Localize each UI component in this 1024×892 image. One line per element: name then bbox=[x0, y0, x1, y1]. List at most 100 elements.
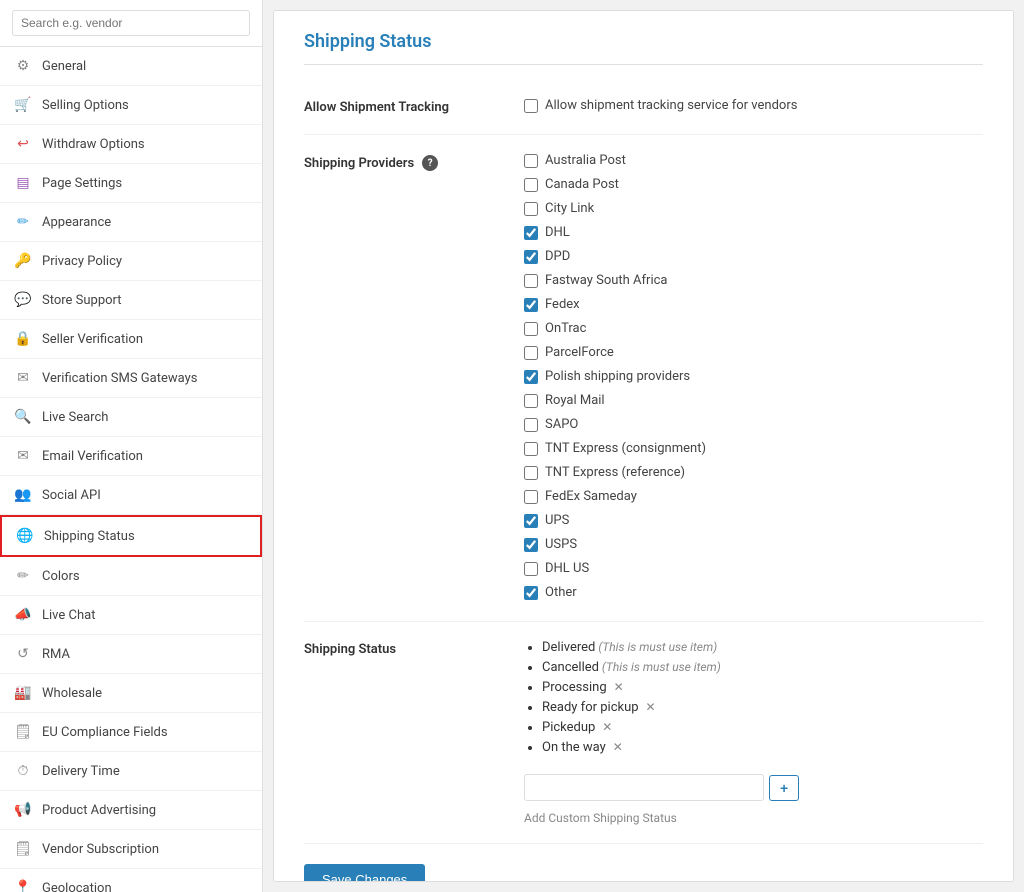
provider-label-dpd: DPD bbox=[545, 249, 570, 264]
sidebar-item-label-appearance: Appearance bbox=[42, 215, 111, 230]
sidebar-item-label-selling-options: Selling Options bbox=[42, 98, 129, 113]
provider-label-city-link: City Link bbox=[545, 201, 594, 216]
sidebar-item-shipping-status[interactable]: 🌐Shipping Status bbox=[0, 515, 262, 557]
page-title: Shipping Status bbox=[304, 31, 983, 65]
sidebar-item-label-delivery-time: Delivery Time bbox=[42, 764, 120, 779]
provider-checkbox-ups[interactable] bbox=[524, 514, 538, 528]
provider-checkbox-other[interactable] bbox=[524, 586, 538, 600]
sidebar-item-eu-compliance[interactable]: 🗒EU Compliance Fields bbox=[0, 713, 262, 752]
sidebar-item-email-verification[interactable]: ✉Email Verification bbox=[0, 437, 262, 476]
sidebar-item-vendor-subscription[interactable]: 🗒Vendor Subscription bbox=[0, 830, 262, 869]
status-label-processing: Processing bbox=[542, 680, 607, 695]
provider-label-royal-mail: Royal Mail bbox=[545, 393, 605, 408]
remove-status-processing[interactable]: ✕ bbox=[611, 680, 624, 694]
sidebar-item-label-general: General bbox=[42, 59, 86, 74]
shipping-providers-label: Shipping Providers bbox=[304, 156, 414, 171]
remove-status-ready-pickup[interactable]: ✕ bbox=[643, 700, 656, 714]
sidebar-item-label-live-chat: Live Chat bbox=[42, 608, 95, 623]
sidebar-search-input[interactable] bbox=[12, 10, 250, 36]
remove-status-pickedup[interactable]: ✕ bbox=[599, 720, 612, 734]
allow-tracking-section: Allow Shipment Tracking Allow shipment t… bbox=[304, 80, 983, 135]
sidebar-item-withdraw-options[interactable]: ↩Withdraw Options bbox=[0, 125, 262, 164]
sidebar-item-selling-options[interactable]: 🛒 Selling Options bbox=[0, 86, 262, 125]
save-changes-button[interactable]: Save Changes bbox=[304, 864, 425, 882]
shipping-providers-section: Shipping Providers ? Australia Post Canad… bbox=[304, 135, 983, 622]
sidebar-item-live-chat[interactable]: 📣Live Chat bbox=[0, 596, 262, 635]
sidebar-item-general[interactable]: ⚙General bbox=[0, 47, 262, 86]
provider-item-fedex: Fedex bbox=[524, 297, 983, 312]
sidebar-item-page-settings[interactable]: ▤ Page Settings bbox=[0, 164, 262, 203]
sidebar-item-label-seller-verification: Seller Verification bbox=[42, 332, 143, 347]
remove-status-on-the-way[interactable]: ✕ bbox=[610, 740, 623, 754]
custom-status-input[interactable] bbox=[524, 774, 764, 801]
status-label-cancelled: Cancelled bbox=[542, 660, 599, 675]
provider-item-polish-shipping: Polish shipping providers bbox=[524, 369, 983, 384]
page-settings-icon: ▤ bbox=[14, 174, 32, 192]
sidebar-item-label-eu-compliance: EU Compliance Fields bbox=[42, 725, 168, 740]
shipping-status-section: Shipping Status Delivered (This is must … bbox=[304, 622, 983, 844]
sidebar-item-label-social-api: Social API bbox=[42, 488, 101, 503]
status-list: Delivered (This is must use item)Cancell… bbox=[524, 640, 983, 760]
provider-checkbox-fedex[interactable] bbox=[524, 298, 538, 312]
provider-checkbox-parcelforce[interactable] bbox=[524, 346, 538, 360]
provider-label-dhl: DHL bbox=[545, 225, 570, 240]
provider-item-other: Other bbox=[524, 585, 983, 600]
sidebar-item-appearance[interactable]: ✏ Appearance bbox=[0, 203, 262, 242]
main-content: Shipping Status Allow Shipment Tracking … bbox=[273, 10, 1014, 882]
provider-checkbox-dhl[interactable] bbox=[524, 226, 538, 240]
provider-checkbox-sapo[interactable] bbox=[524, 418, 538, 432]
sidebar-item-live-search[interactable]: 🔍 Live Search bbox=[0, 398, 262, 437]
wholesale-icon: 🏭 bbox=[14, 684, 32, 702]
provider-checkbox-tnt-express-consignment[interactable] bbox=[524, 442, 538, 456]
sidebar-item-verification-sms[interactable]: ✉Verification SMS Gateways bbox=[0, 359, 262, 398]
provider-label-usps: USPS bbox=[545, 537, 577, 552]
help-icon[interactable]: ? bbox=[422, 155, 438, 171]
provider-checkbox-city-link[interactable] bbox=[524, 202, 538, 216]
provider-checkbox-usps[interactable] bbox=[524, 538, 538, 552]
store-support-icon: 💬 bbox=[14, 291, 32, 309]
sidebar-item-rma[interactable]: ↺RMA bbox=[0, 635, 262, 674]
sidebar-item-label-page-settings: Page Settings bbox=[42, 176, 122, 191]
appearance-icon: ✏ bbox=[14, 213, 32, 231]
provider-label-ontrac: OnTrac bbox=[545, 321, 586, 336]
must-use-text-cancelled: (This is must use item) bbox=[599, 660, 721, 674]
add-custom-shipping-label: Add Custom Shipping Status bbox=[524, 811, 983, 825]
sidebar-item-label-live-search: Live Search bbox=[42, 410, 108, 425]
provider-label-tnt-express-reference: TNT Express (reference) bbox=[545, 465, 685, 480]
provider-checkbox-australia-post[interactable] bbox=[524, 154, 538, 168]
provider-checkbox-dhl-us[interactable] bbox=[524, 562, 538, 576]
provider-checkbox-canada-post[interactable] bbox=[524, 178, 538, 192]
sidebar-item-delivery-time[interactable]: ⏱Delivery Time bbox=[0, 752, 262, 791]
provider-checkbox-fedex-sameday[interactable] bbox=[524, 490, 538, 504]
status-label-ready-pickup: Ready for pickup bbox=[542, 700, 639, 715]
provider-checkbox-dpd[interactable] bbox=[524, 250, 538, 264]
provider-checkbox-polish-shipping[interactable] bbox=[524, 370, 538, 384]
sidebar-item-seller-verification[interactable]: 🔒Seller Verification bbox=[0, 320, 262, 359]
provider-checkbox-fastway-south-africa[interactable] bbox=[524, 274, 538, 288]
provider-item-australia-post: Australia Post bbox=[524, 153, 983, 168]
provider-checkbox-tnt-express-reference[interactable] bbox=[524, 466, 538, 480]
provider-label-other: Other bbox=[545, 585, 577, 600]
provider-label-dhl-us: DHL US bbox=[545, 561, 589, 576]
sidebar-item-social-api[interactable]: 👥Social API bbox=[0, 476, 262, 515]
sidebar-item-label-geolocation: Geolocation bbox=[42, 881, 112, 892]
live-search-icon: 🔍 bbox=[14, 408, 32, 426]
provider-label-ups: UPS bbox=[545, 513, 569, 528]
shipping-status-form-label: Shipping Status bbox=[304, 640, 504, 825]
sidebar-item-wholesale[interactable]: 🏭Wholesale bbox=[0, 674, 262, 713]
vendor-subscription-icon: 🗒 bbox=[14, 840, 32, 858]
provider-item-canada-post: Canada Post bbox=[524, 177, 983, 192]
provider-checkbox-ontrac[interactable] bbox=[524, 322, 538, 336]
sidebar-item-product-advertising[interactable]: 📢Product Advertising bbox=[0, 791, 262, 830]
sidebar-item-label-store-support: Store Support bbox=[42, 293, 122, 308]
provider-label-tnt-express-consignment: TNT Express (consignment) bbox=[545, 441, 706, 456]
sidebar-item-privacy-policy[interactable]: 🔑Privacy Policy bbox=[0, 242, 262, 281]
add-status-button[interactable]: + bbox=[769, 775, 799, 801]
selling-options-icon: 🛒 bbox=[14, 96, 32, 114]
provider-item-fastway-south-africa: Fastway South Africa bbox=[524, 273, 983, 288]
provider-checkbox-royal-mail[interactable] bbox=[524, 394, 538, 408]
sidebar-item-store-support[interactable]: 💬 Store Support bbox=[0, 281, 262, 320]
sidebar-item-geolocation[interactable]: 📍Geolocation bbox=[0, 869, 262, 892]
sidebar-item-colors[interactable]: ✏Colors bbox=[0, 557, 262, 596]
allow-tracking-checkbox[interactable] bbox=[524, 99, 538, 113]
